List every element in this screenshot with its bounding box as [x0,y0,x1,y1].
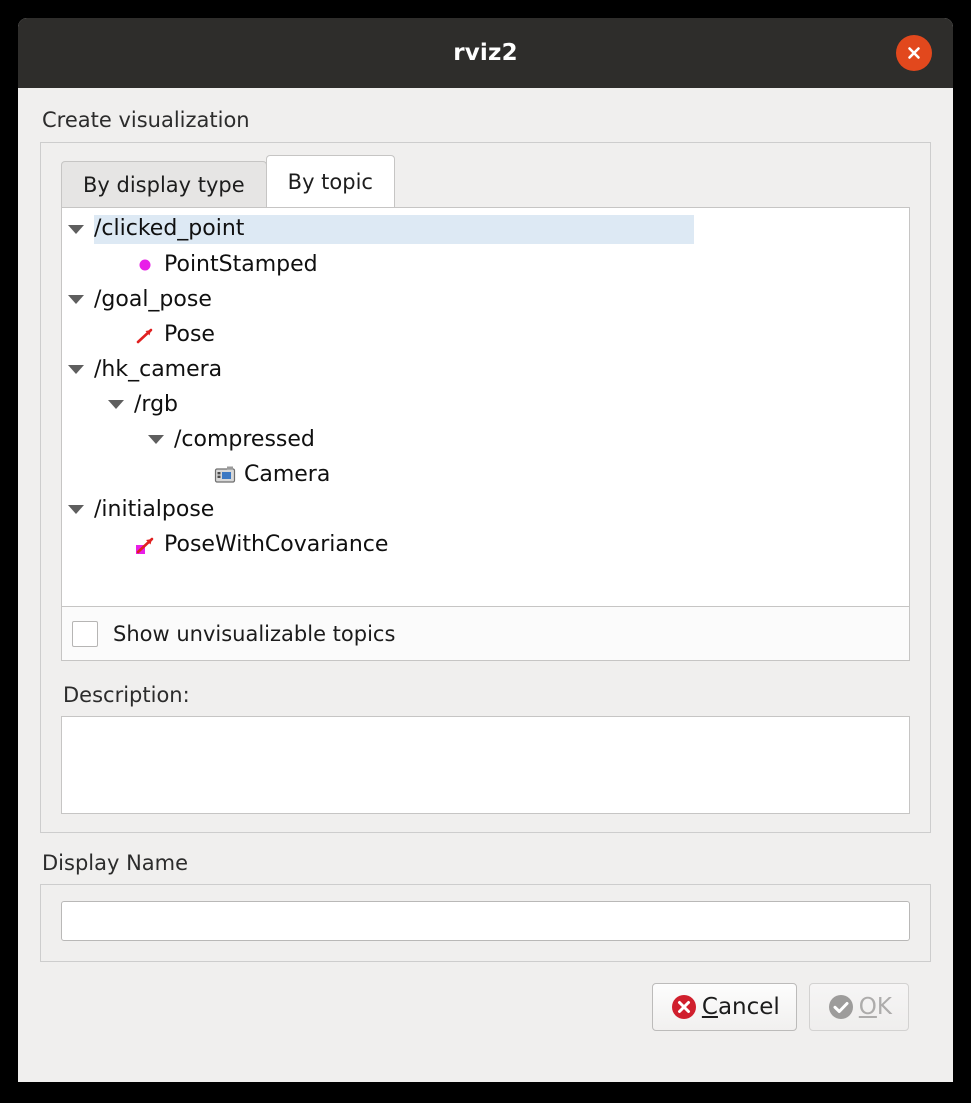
page-title: Create visualization [42,108,250,132]
tree-item-clicked_point[interactable]: /clicked_point [62,212,909,247]
tree-item-posewithcovariance[interactable]: PoseWithCovariance [62,527,909,562]
display-name-groupbox [40,884,931,962]
titlebar: rviz2 [18,18,953,88]
tab-by-topic-label: By topic [287,169,373,194]
tree-item-label: /compressed [174,426,315,452]
tab-bar: By display type By topic [61,155,910,207]
tab-by-display-type-label: By display type [83,172,245,197]
chevron-down-icon[interactable] [148,435,164,444]
tree-selection-highlight: /clicked_point [94,215,694,244]
cancel-button[interactable]: Cancel [651,983,797,1031]
ok-button-label: OK [859,994,892,1020]
tree-item-label: Camera [244,461,331,487]
close-icon[interactable] [896,35,932,71]
tree-item-compressed[interactable]: /compressed [62,422,909,457]
tree-item-label: PoseWithCovariance [164,531,389,557]
ok-mnemonic: O [858,994,877,1020]
tree-item-hk_camera[interactable]: /hk_camera [62,352,909,387]
tree-item-label: PointStamped [164,251,318,277]
rviz2-dialog-window: rviz2 Create visualization By display ty… [18,18,953,1082]
tree-item-label: /initialpose [94,496,215,522]
tree-item-label: /hk_camera [94,356,223,382]
topic-tree[interactable]: /clicked_point PointStamped/goal_pose Pose… [61,207,910,607]
camera-icon [214,464,236,486]
tree-item-pose[interactable]: Pose [62,317,909,352]
description-label: Description: [63,683,190,707]
display-name-label: Display Name [42,851,189,875]
tree-item-label: /clicked_point [94,216,245,241]
show-unvisualizable-row[interactable]: Show unvisualizable topics [61,607,910,661]
description-textarea[interactable] [61,716,910,814]
close-x-glyph [908,47,920,59]
show-unvisualizable-checkbox[interactable] [72,620,98,647]
chevron-down-icon[interactable] [68,225,84,234]
window-title: rviz2 [453,40,518,66]
pose-covariance-icon [134,534,156,556]
tree-item-goal_pose[interactable]: /goal_pose [62,282,909,317]
tree-item-rgb[interactable]: /rgb [62,387,909,422]
tree-item-label: Pose [164,321,215,347]
tree-item-camera[interactable]: Camera [62,457,909,492]
ok-check-icon [828,995,853,1019]
chevron-down-icon[interactable] [108,400,124,409]
ok-button[interactable]: OK [808,983,909,1031]
chevron-down-icon[interactable] [68,295,84,304]
tree-item-pointstamped[interactable]: PointStamped [62,247,909,282]
tree-item-label: /goal_pose [94,286,212,312]
cancel-rest: ancel [717,994,780,1020]
ok-rest: K [876,994,892,1020]
create-visualization-groupbox: By display type By topic /clicked_point P… [40,142,931,833]
tree-item-initialpose[interactable]: /initialpose [62,492,909,527]
red-arrow-icon [134,324,156,346]
magenta-dot-icon [134,254,156,276]
tab-by-display-type[interactable]: By display type [61,161,267,207]
cancel-error-icon [671,995,696,1019]
dialog-body: Create visualization By display type By … [18,88,953,1082]
display-name-input[interactable] [61,901,910,941]
chevron-down-icon[interactable] [68,365,84,374]
dialog-button-bar: Cancel OK [40,962,931,1031]
chevron-down-icon[interactable] [68,505,84,514]
tab-by-topic[interactable]: By topic [265,155,395,207]
show-unvisualizable-label: Show unvisualizable topics [113,621,396,646]
cancel-mnemonic: C [701,994,718,1020]
tree-item-label: /rgb [134,391,178,417]
cancel-button-label: Cancel [702,994,780,1020]
